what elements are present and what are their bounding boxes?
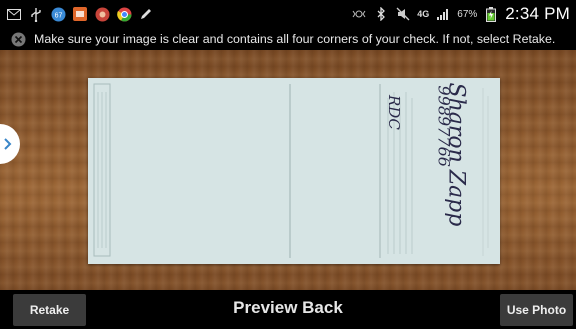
chrome-icon bbox=[116, 6, 132, 22]
camera-preview: Sharon Zapp 99897766 RDC bbox=[0, 50, 576, 290]
close-circle-icon[interactable] bbox=[10, 31, 26, 47]
app-red-icon bbox=[94, 6, 110, 22]
usb-icon bbox=[28, 6, 44, 22]
chevron-right-icon bbox=[4, 138, 12, 150]
network-type: 4G bbox=[417, 8, 430, 19]
mail-icon bbox=[6, 6, 22, 22]
instruction-banner: Make sure your image is clear and contai… bbox=[0, 28, 576, 50]
instruction-text: Make sure your image is clear and contai… bbox=[34, 32, 556, 46]
check-back-image: Sharon Zapp 99897766 RDC bbox=[88, 78, 500, 264]
use-photo-button[interactable]: Use Photo bbox=[500, 294, 573, 326]
status-time: 2:34 PM bbox=[505, 4, 570, 23]
svg-text:67: 67 bbox=[54, 12, 62, 19]
status-bar-left: 67 bbox=[6, 6, 154, 22]
bottom-action-bar: Retake Preview Back Use Photo bbox=[0, 290, 576, 329]
status-bar-right: 4G 67% 2:34 PM bbox=[351, 4, 570, 24]
battery-percent: 67% bbox=[457, 8, 478, 20]
bluetooth-icon bbox=[373, 6, 389, 22]
check-handwriting: Sharon Zapp 99897766 RDC bbox=[385, 78, 498, 264]
pen-icon bbox=[138, 6, 154, 22]
vibrate-icon bbox=[351, 6, 367, 22]
app-orange-icon bbox=[72, 6, 88, 22]
mute-icon bbox=[395, 6, 411, 22]
screen-title: Preview Back bbox=[233, 298, 343, 317]
notification-67-icon: 67 bbox=[50, 6, 66, 22]
battery-charging-icon bbox=[483, 6, 499, 22]
endorsement-account: 99897766 bbox=[434, 85, 454, 167]
endorsement-note: RDC bbox=[385, 95, 403, 130]
status-bar: 67 4G 67% 2:34 PM bbox=[0, 0, 576, 28]
signal-icon bbox=[435, 6, 451, 22]
